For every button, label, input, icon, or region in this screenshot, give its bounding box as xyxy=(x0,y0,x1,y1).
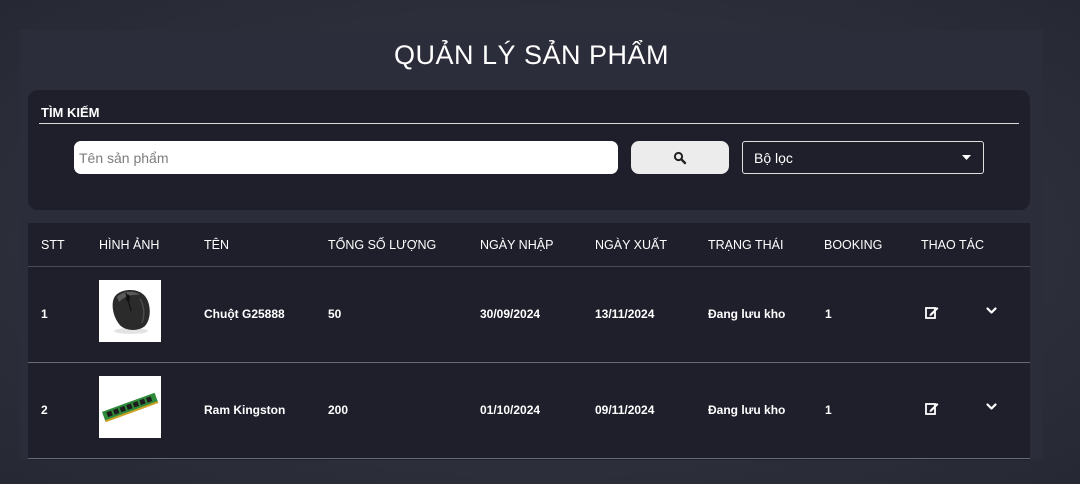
chevron-down-icon[interactable] xyxy=(986,403,997,411)
product-image xyxy=(99,376,161,438)
column-header-stt: STT xyxy=(41,238,65,252)
table-row: 1 Chuột G25888 50 30/09/2024 13/11/2024 … xyxy=(28,267,1030,363)
cell-quantity: 50 xyxy=(328,307,342,321)
column-header-total-quantity: TỔNG SỐ LƯỢNG xyxy=(328,238,437,252)
product-name-search-input[interactable] xyxy=(74,141,618,174)
column-header-booking: BOOKING xyxy=(824,238,883,252)
cell-import-date: 01/10/2024 xyxy=(480,403,541,417)
product-management-panel: QUẢN LÝ SẢN PHẨM TÌM KIẾM Bộ lọc STT HÌN… xyxy=(20,30,1043,460)
row-divider xyxy=(28,458,1030,459)
computer-mouse-image xyxy=(112,289,150,334)
cell-import-date: 30/09/2024 xyxy=(480,307,541,321)
filter-dropdown-label: Bộ lọc xyxy=(754,149,793,166)
caret-down-icon xyxy=(962,154,971,160)
cell-booking: 1 xyxy=(825,403,832,417)
cell-status: Đang lưu kho xyxy=(708,403,786,417)
cell-booking: 1 xyxy=(825,307,832,321)
edit-icon[interactable] xyxy=(925,402,939,415)
edit-icon[interactable] xyxy=(925,306,939,319)
column-header-status: TRẠNG THÁI xyxy=(708,238,784,252)
search-section-label: TÌM KIẾM xyxy=(41,105,100,120)
product-table: STT HÌNH ẢNH TÊN TỔNG SỐ LƯỢNG NGÀY NHẬP… xyxy=(28,223,1030,460)
column-header-export-date: NGÀY XUẤT xyxy=(595,238,668,252)
product-image xyxy=(99,280,161,342)
column-header-image: HÌNH ẢNH xyxy=(99,238,160,252)
filter-dropdown[interactable]: Bộ lọc xyxy=(742,141,984,174)
cell-name: Chuột G25888 xyxy=(204,307,285,321)
cell-status: Đang lưu kho xyxy=(708,307,786,321)
table-row: 2 Ram Kingston 200 01/10/2024 09/11/2024… xyxy=(28,363,1030,459)
search-label-divider xyxy=(39,123,1019,124)
cell-export-date: 09/11/2024 xyxy=(595,403,655,417)
cell-export-date: 13/11/2024 xyxy=(595,307,655,321)
search-icon xyxy=(673,151,687,164)
cell-quantity: 200 xyxy=(328,403,349,417)
column-header-name: TÊN xyxy=(204,238,229,252)
search-card: TÌM KIẾM Bộ lọc xyxy=(28,90,1030,210)
cell-name: Ram Kingston xyxy=(204,403,286,417)
cell-stt: 1 xyxy=(41,307,48,321)
column-header-actions: THAO TÁC xyxy=(921,238,984,252)
cell-stt: 2 xyxy=(41,403,48,417)
page-title: QUẢN LÝ SẢN PHẨM xyxy=(393,40,670,70)
search-button[interactable] xyxy=(631,141,729,174)
column-header-import-date: NGÀY NHẬP xyxy=(480,238,554,252)
chevron-down-icon[interactable] xyxy=(986,307,997,315)
ram-module-image xyxy=(101,392,159,423)
